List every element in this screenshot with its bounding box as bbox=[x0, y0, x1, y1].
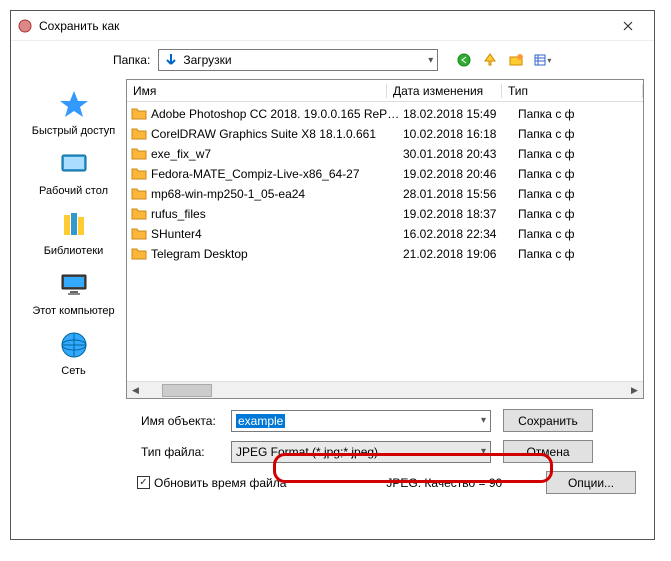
table-row[interactable]: SHunter4 16.02.2018 22:34 Папка с ф bbox=[127, 224, 643, 244]
app-icon bbox=[17, 18, 33, 34]
col-date[interactable]: Дата изменения bbox=[387, 84, 502, 98]
horizontal-scrollbar[interactable]: ◀ ▶ bbox=[127, 381, 643, 398]
scroll-right-icon[interactable]: ▶ bbox=[626, 382, 643, 399]
table-row[interactable]: Adobe Photoshop CC 2018. 19.0.0.165 RePa… bbox=[127, 104, 643, 124]
chevron-down-icon: ▾ bbox=[428, 55, 433, 66]
folder-row: Папка: Загрузки ▾ ▾ bbox=[113, 49, 644, 71]
content-row: Быстрый доступ Рабочий стол Библиотеки Э… bbox=[21, 79, 644, 399]
save-button[interactable]: Сохранить bbox=[503, 409, 593, 432]
table-row[interactable]: Telegram Desktop 21.02.2018 19:06 Папка … bbox=[127, 244, 643, 264]
cancel-button[interactable]: Отмена bbox=[503, 440, 593, 463]
sidebar-quick-access[interactable]: Быстрый доступ bbox=[21, 83, 126, 143]
dialog-body: Папка: Загрузки ▾ ▾ Быстрый доступ bbox=[11, 41, 654, 502]
folder-label: Папка: bbox=[113, 53, 150, 67]
update-time-checkbox[interactable]: ✓ Обновить время файла bbox=[137, 476, 286, 490]
new-folder-icon[interactable] bbox=[506, 50, 526, 70]
back-icon[interactable] bbox=[454, 50, 474, 70]
table-row[interactable]: mp68-win-mp250-1_05-ea24 28.01.2018 15:5… bbox=[127, 184, 643, 204]
up-icon[interactable] bbox=[480, 50, 500, 70]
sidebar-network[interactable]: Сеть bbox=[21, 323, 126, 383]
places-sidebar: Быстрый доступ Рабочий стол Библиотеки Э… bbox=[21, 79, 126, 399]
view-icon[interactable]: ▾ bbox=[532, 50, 552, 70]
quality-label: JPEG: Качество = 90 bbox=[386, 476, 502, 490]
close-button[interactable] bbox=[608, 14, 648, 38]
options-button[interactable]: Опции... bbox=[546, 471, 636, 494]
check-icon: ✓ bbox=[137, 476, 150, 489]
list-header: Имя Дата изменения Тип bbox=[127, 80, 643, 102]
titlebar: Сохранить как bbox=[11, 11, 654, 41]
form-rows: Имя объекта: example ▾ Сохранить Тип фай… bbox=[21, 409, 644, 494]
folder-select[interactable]: Загрузки ▾ bbox=[158, 49, 438, 71]
list-body[interactable]: Adobe Photoshop CC 2018. 19.0.0.165 RePa… bbox=[127, 102, 643, 381]
save-as-dialog: Сохранить как Папка: Загрузки ▾ ▾ bbox=[10, 10, 655, 540]
sidebar-libraries[interactable]: Библиотеки bbox=[21, 203, 126, 263]
table-row[interactable]: Fedora-MATE_Compiz-Live-x86_64-27 19.02.… bbox=[127, 164, 643, 184]
col-name[interactable]: Имя bbox=[127, 84, 387, 98]
table-row[interactable]: CorelDRAW Graphics Suite X8 18.1.0.661 1… bbox=[127, 124, 643, 144]
sidebar-desktop[interactable]: Рабочий стол bbox=[21, 143, 126, 203]
scroll-thumb[interactable] bbox=[162, 384, 212, 397]
sidebar-this-pc[interactable]: Этот компьютер bbox=[21, 263, 126, 323]
bottom-row: ✓ Обновить время файла JPEG: Качество = … bbox=[21, 471, 644, 494]
nav-icons: ▾ bbox=[454, 50, 552, 70]
filetype-label: Тип файла: bbox=[21, 445, 231, 459]
chevron-down-icon[interactable]: ▾ bbox=[481, 446, 486, 457]
table-row[interactable]: exe_fix_w7 30.01.2018 20:43 Папка с ф bbox=[127, 144, 643, 164]
col-type[interactable]: Тип bbox=[502, 84, 643, 98]
filename-row: Имя объекта: example ▾ Сохранить bbox=[21, 409, 644, 432]
filetype-select[interactable]: JPEG Format (*.jpg;*.jpeg) ▾ bbox=[231, 441, 491, 463]
folder-current: Загрузки bbox=[183, 53, 231, 67]
file-list: Имя Дата изменения Тип Adobe Photoshop C… bbox=[126, 79, 644, 399]
scroll-left-icon[interactable]: ◀ bbox=[127, 382, 144, 399]
filename-input[interactable]: example ▾ bbox=[231, 410, 491, 432]
table-row[interactable]: rufus_files 19.02.2018 18:37 Папка с ф bbox=[127, 204, 643, 224]
filename-label: Имя объекта: bbox=[21, 414, 231, 428]
chevron-down-icon[interactable]: ▾ bbox=[481, 415, 486, 426]
window-title: Сохранить как bbox=[39, 19, 608, 33]
filetype-row: Тип файла: JPEG Format (*.jpg;*.jpeg) ▾ … bbox=[21, 440, 644, 463]
